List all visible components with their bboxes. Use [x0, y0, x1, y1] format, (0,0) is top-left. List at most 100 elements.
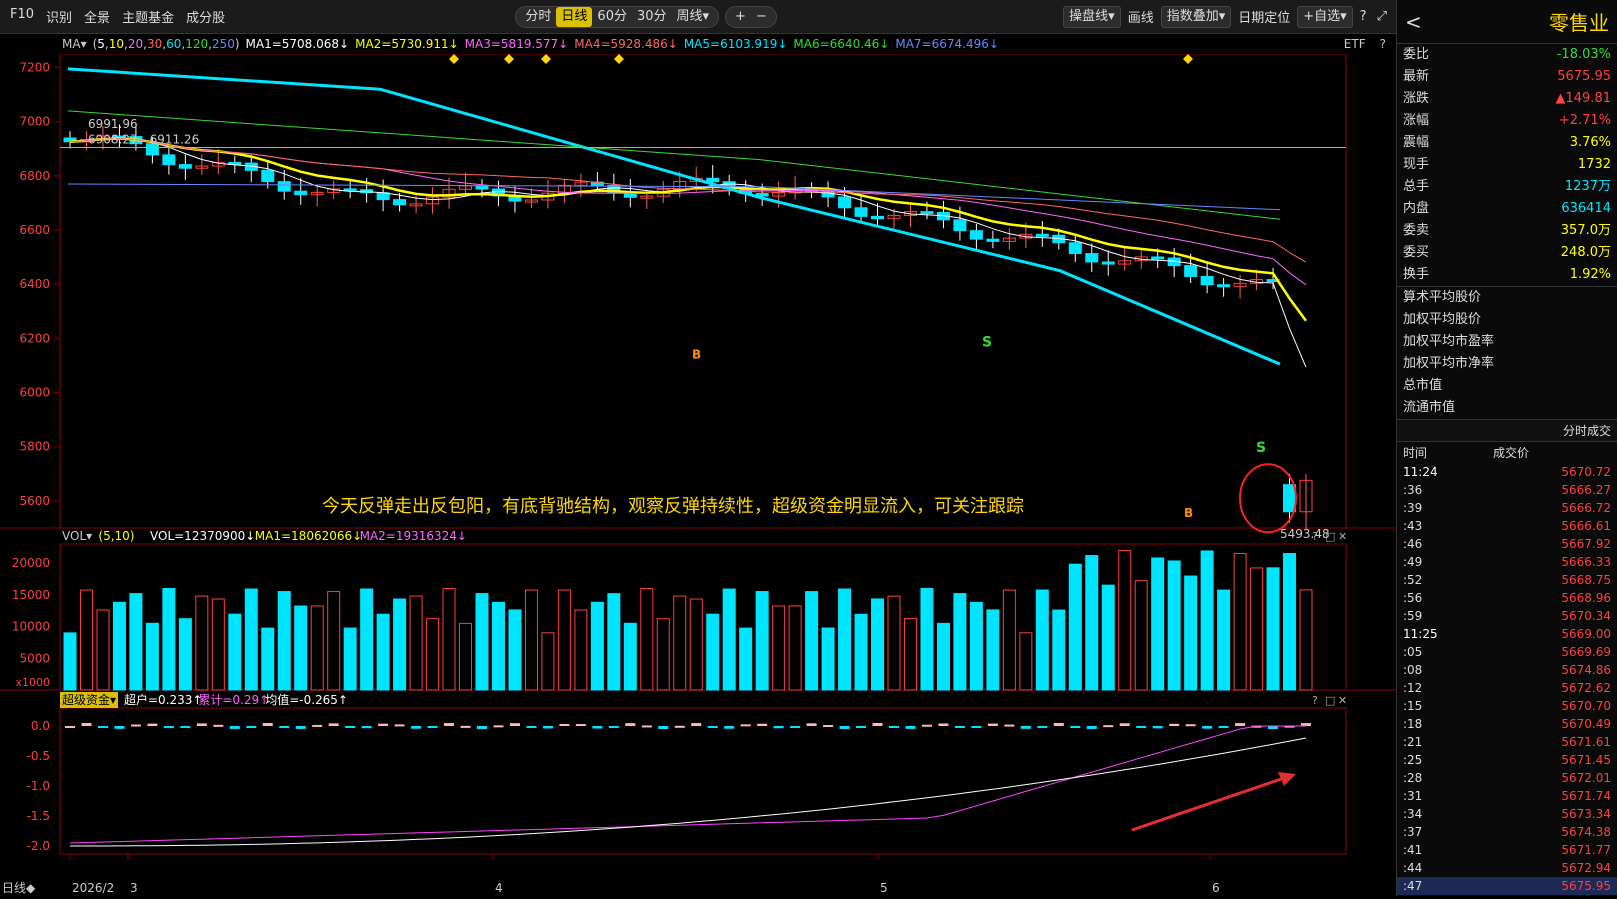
- fund-axis-label: -1.5: [27, 809, 50, 823]
- toolbar-right: 操盘线▾ 画线 指数叠加▾ 日期定位 +自选▾? ⤢: [1061, 5, 1392, 28]
- fund-bar: [592, 726, 603, 729]
- toolbar-right-item-5[interactable]: ?: [1355, 9, 1372, 24]
- candle-body: [871, 215, 885, 220]
- tick-row[interactable]: :43 5666.61: [1397, 517, 1617, 535]
- fund-bar: [411, 726, 422, 729]
- toolbar-item-4[interactable]: 成分股: [180, 7, 231, 26]
- toolbar-item-1[interactable]: 识别: [40, 7, 78, 26]
- tick-row[interactable]: :21 5671.61: [1397, 733, 1617, 751]
- toolbar-right-item-2[interactable]: 指数叠加▾: [1160, 5, 1232, 28]
- period-tab-4[interactable]: 周线▾: [672, 7, 715, 27]
- tick-row[interactable]: :46 5667.92: [1397, 535, 1617, 553]
- tick-row[interactable]: :31 5671.74: [1397, 787, 1617, 805]
- period-tab-2[interactable]: 60分: [592, 7, 632, 27]
- fund-panel-icon: ✕: [1338, 694, 1347, 707]
- volume-bar: [244, 588, 258, 691]
- tick-row[interactable]: 11:24 5670.72: [1397, 463, 1617, 481]
- help-icon[interactable]: ?: [1380, 37, 1386, 51]
- volume-bar: [96, 609, 110, 691]
- fund-bar: [724, 726, 735, 729]
- tick-row[interactable]: :36 5666.27: [1397, 481, 1617, 499]
- period-tab-3[interactable]: 30分: [632, 7, 672, 27]
- kline-chart[interactable]: 7200 7000 6800 6600 6400 6200 6000 5800 5600 6991…: [0, 53, 1396, 896]
- tick-row[interactable]: :41 5671.77: [1397, 841, 1617, 859]
- trend-arrow-shaft: [1131, 774, 1291, 832]
- candle-body: [1035, 233, 1049, 237]
- fund-bar: [295, 726, 306, 729]
- toolbar-right-item-1[interactable]: 画线: [1123, 7, 1159, 26]
- tick-row[interactable]: :28 5672.01: [1397, 769, 1617, 787]
- ma-params: (5,10,20,30,60,120,250): [93, 37, 240, 51]
- tick-row[interactable]: :56 5668.96: [1397, 589, 1617, 607]
- tick-price: 5672.01: [1561, 771, 1611, 785]
- zoom-in-button[interactable]: +: [730, 7, 751, 27]
- candle-body: [953, 219, 967, 232]
- volume-bar: [590, 601, 604, 691]
- event-diamond-icon: [449, 54, 459, 64]
- fund-bar: [987, 723, 998, 726]
- candle-body: [294, 190, 308, 196]
- quote-value: 1.92%: [1569, 267, 1611, 282]
- volume-bar: [228, 613, 242, 691]
- period-tab-1[interactable]: 日线: [556, 6, 593, 27]
- candle-body: [162, 154, 176, 166]
- candle-body: [1068, 242, 1082, 255]
- tick-time: :43: [1403, 519, 1423, 533]
- tick-row[interactable]: :47 5675.95: [1397, 877, 1617, 895]
- quote-row-7: 内盘 636414: [1397, 198, 1617, 220]
- tick-row[interactable]: :34 5673.34: [1397, 805, 1617, 823]
- zoom-out-button[interactable]: −: [751, 7, 772, 27]
- quote-panel: < 零售业 委比 -18.03% 最新 5675.95 涨跌 ▲149.81 涨幅 +2.71…: [1396, 0, 1617, 896]
- toolbar-right-item-6[interactable]: ⤢: [1372, 9, 1392, 24]
- vol-axis-label: 10000: [12, 620, 50, 634]
- stat-list: 算术平均股价 加权平均股价 加权平均市盈率 加权平均市净率 总市值 流通市值: [1397, 286, 1617, 419]
- toolbar-right-item-4[interactable]: +自选▾: [1297, 5, 1353, 28]
- tick-price: 5669.69: [1561, 645, 1611, 659]
- volume-bar: [112, 601, 126, 691]
- quote-row-9: 委买 248.0万: [1397, 242, 1617, 264]
- volume-bar: [211, 598, 225, 691]
- toolbar-right-item-0[interactable]: 操盘线▾: [1063, 5, 1121, 28]
- volume-bar: [1299, 589, 1313, 691]
- tick-row[interactable]: :15 5670.70: [1397, 697, 1617, 715]
- tick-row[interactable]: :39 5666.72: [1397, 499, 1617, 517]
- candle-body: [1101, 261, 1115, 265]
- volume-bar: [1200, 550, 1214, 691]
- ma-param-5: 120: [185, 37, 209, 51]
- stat-item-1: 加权平均股价: [1403, 312, 1482, 327]
- volume-bar: [871, 598, 885, 691]
- tick-row[interactable]: :59 5670.34: [1397, 607, 1617, 625]
- event-diamond-icon: [1183, 54, 1193, 64]
- volume-bar: [426, 618, 440, 691]
- toolbar-left: F10 识别 全景 主题基金 成分股: [4, 7, 231, 26]
- tick-row[interactable]: :25 5671.45: [1397, 751, 1617, 769]
- tick-row[interactable]: :05 5669.69: [1397, 643, 1617, 661]
- tick-row[interactable]: :08 5674.86: [1397, 661, 1617, 679]
- fund-bar: [345, 726, 356, 728]
- period-tab-0[interactable]: 分时: [520, 7, 556, 27]
- toolbar-item-0[interactable]: F10: [4, 7, 40, 26]
- tick-row[interactable]: :18 5670.49: [1397, 715, 1617, 733]
- ma-selector[interactable]: MA▾: [62, 37, 87, 51]
- event-diamond-icon: [504, 54, 514, 64]
- toolbar-item-2[interactable]: 全景: [78, 7, 116, 26]
- tick-row[interactable]: :44 5672.94: [1397, 859, 1617, 877]
- tick-row[interactable]: :49 5666.33: [1397, 553, 1617, 571]
- tick-price: 5671.61: [1561, 735, 1611, 749]
- volume-bar: [788, 605, 802, 691]
- tick-row[interactable]: 11:25 5669.00: [1397, 625, 1617, 643]
- tick-row[interactable]: :12 5672.62: [1397, 679, 1617, 697]
- back-icon[interactable]: <: [1405, 10, 1422, 34]
- fund-bar: [1218, 726, 1229, 728]
- stat-item-5: 流通市值: [1403, 400, 1456, 415]
- tick-time: :18: [1403, 717, 1423, 731]
- tick-row[interactable]: :52 5668.75: [1397, 571, 1617, 589]
- fund-bar: [773, 726, 784, 729]
- fund-bar: [262, 723, 273, 726]
- volume-bar: [1118, 549, 1132, 691]
- ma-value-4: MA4=5928.486↓: [574, 37, 678, 51]
- toolbar-item-3[interactable]: 主题基金: [116, 7, 180, 26]
- toolbar-right-item-3[interactable]: 日期定位: [1233, 7, 1295, 26]
- tick-row[interactable]: :37 5674.38: [1397, 823, 1617, 841]
- tick-list[interactable]: 11:24 5670.72:36 5666.27:39 5666.72:43 5666.…: [1397, 463, 1617, 895]
